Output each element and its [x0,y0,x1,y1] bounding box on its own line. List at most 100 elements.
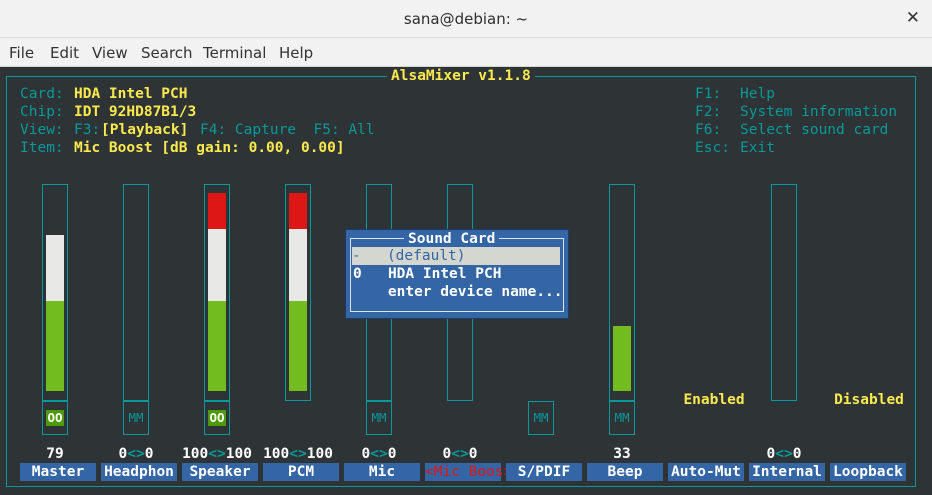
chip-value: IDT 92HD87B1/3 [74,104,197,120]
menu-file[interactable]: File [9,44,34,62]
item-value: Mic Boost [dB gain: 0.00, 0.00] [74,140,345,156]
mute-toggle-speaker[interactable]: OO [204,401,230,435]
dialog-title: Sound Card [404,230,500,248]
item-label: Item: [20,140,64,156]
mute-toggle-beep[interactable]: MM [609,401,635,435]
channel-label-headphon[interactable]: Headphon [101,463,177,481]
value-separator: <> [775,446,793,462]
volume-fill-white-speaker [208,229,226,301]
value-left: 33 [613,446,631,462]
channel-label-s-pdif[interactable]: S/PDIF [506,463,582,481]
dialog-option-default[interactable]: - (default) [352,247,560,265]
card-value: HDA Intel PCH [74,86,188,102]
channel-label-master[interactable]: Master [20,463,96,481]
view-f3: F3: [74,122,101,138]
volume-value-master: 79 [15,445,95,463]
menu-edit[interactable]: Edit [50,44,79,62]
volume-fill-green-speaker [208,301,226,391]
mute-state-headphon: MM [128,410,144,425]
value-separator: <> [208,446,226,462]
value-left: 79 [46,446,64,462]
value-left: 100 [263,446,290,462]
menu-terminal[interactable]: Terminal [203,44,266,62]
mute-state-master: OO [46,410,64,426]
menu-help[interactable]: Help [279,44,313,62]
menu-search[interactable]: Search [141,44,193,62]
volume-bar-internal[interactable] [771,184,797,401]
view-other-modes[interactable]: F4: Capture F5: All [200,121,375,139]
channel-label-mic-boos[interactable]: <Mic Boos> [425,463,512,481]
chip-label: Chip: [20,104,64,120]
volume-value-mic-boos: 0<>0 [420,445,500,463]
volume-fill-white-master [46,235,64,301]
value-separator: <> [451,446,469,462]
value-right: 0 [387,446,397,462]
menu-bar: File Edit View Search Terminal Help [0,38,932,67]
window-title: sana@debian: ~ [403,10,529,28]
dialog-option-enter-name[interactable]: enter device name... [353,283,563,301]
mute-toggle-master[interactable]: OO [42,401,68,435]
card-label: Card: [20,86,64,102]
channel-label-loopback[interactable]: Loopback [830,463,906,481]
value-left: 0 [442,446,452,462]
channel-label-pcm[interactable]: PCM [263,463,339,481]
volume-value-s-pdif [501,445,581,463]
value-left: 0 [118,446,128,462]
channel-label-auto-mut[interactable]: Auto-Mut [668,463,744,481]
channel-label-mic[interactable]: Mic [344,463,420,481]
volume-value-speaker: 100<>100 [177,445,257,463]
volume-fill-red-speaker [208,193,226,229]
value-left: 0 [361,446,371,462]
volume-fill-green-master [46,301,64,391]
volume-value-pcm: 100<>100 [258,445,338,463]
window-titlebar: sana@debian: ~ ✕ [0,0,932,38]
mute-toggle-headphon[interactable]: MM [123,401,149,435]
menu-view[interactable]: View [92,44,128,62]
value-separator: <> [370,446,388,462]
volume-value-loopback [825,445,905,463]
volume-value-auto-mut [663,445,743,463]
channel-label-beep[interactable]: Beep [587,463,663,481]
option-index [353,284,388,300]
channel-label-internal[interactable]: Internal [749,463,825,481]
terminal-area[interactable]: AlsaMixer v1.1.8 Card: HDA Intel PCH Chi… [0,67,932,495]
help-text-f1: Help [740,86,775,102]
channel-label-speaker[interactable]: Speaker [182,463,258,481]
help-text-esc: Exit [740,140,775,156]
volume-value-beep: 33 [582,445,662,463]
option-label: enter device name... [387,284,563,300]
view-playback[interactable]: [Playback] [101,121,188,139]
help-text-f2: System information [740,104,898,120]
value-right: 0 [468,446,478,462]
help-key-esc: Esc: [695,140,730,156]
volume-value-headphon: 0<>0 [96,445,176,463]
volume-fill-white-pcm [289,229,307,301]
mute-state-mic: MM [371,410,387,425]
volume-fill-green-pcm [289,301,307,391]
dialog-option-hda-intel[interactable]: 0 HDA Intel PCH [353,265,561,283]
switch-state-auto-mut: Enabled [683,392,745,408]
value-right: 100 [225,446,252,462]
volume-value-mic: 0<>0 [339,445,419,463]
help-text-f6: Select sound card [740,122,889,138]
mute-toggle-mic[interactable]: MM [366,401,392,435]
value-right: 0 [144,446,154,462]
switch-state-loopback: Disabled [834,392,904,408]
volume-bar-headphon[interactable] [123,184,149,401]
option-label: HDA Intel PCH [387,266,502,282]
option-label: (default) [386,248,466,264]
help-key-f6: F6: [695,122,722,138]
volume-fill-red-pcm [289,193,307,229]
option-index: - [352,248,361,264]
volume-fill-green-beep [613,326,631,391]
mute-state-speaker: OO [208,410,226,426]
value-separator: <> [289,446,307,462]
help-key-f2: F2: [695,104,722,120]
close-icon[interactable]: ✕ [906,8,920,28]
value-right: 100 [306,446,333,462]
mute-toggle-s-pdif[interactable]: MM [528,401,554,435]
help-key-f1: F1: [695,86,722,102]
value-separator: <> [127,446,145,462]
value-right: 0 [792,446,802,462]
mute-state-s-pdif: MM [533,410,549,425]
